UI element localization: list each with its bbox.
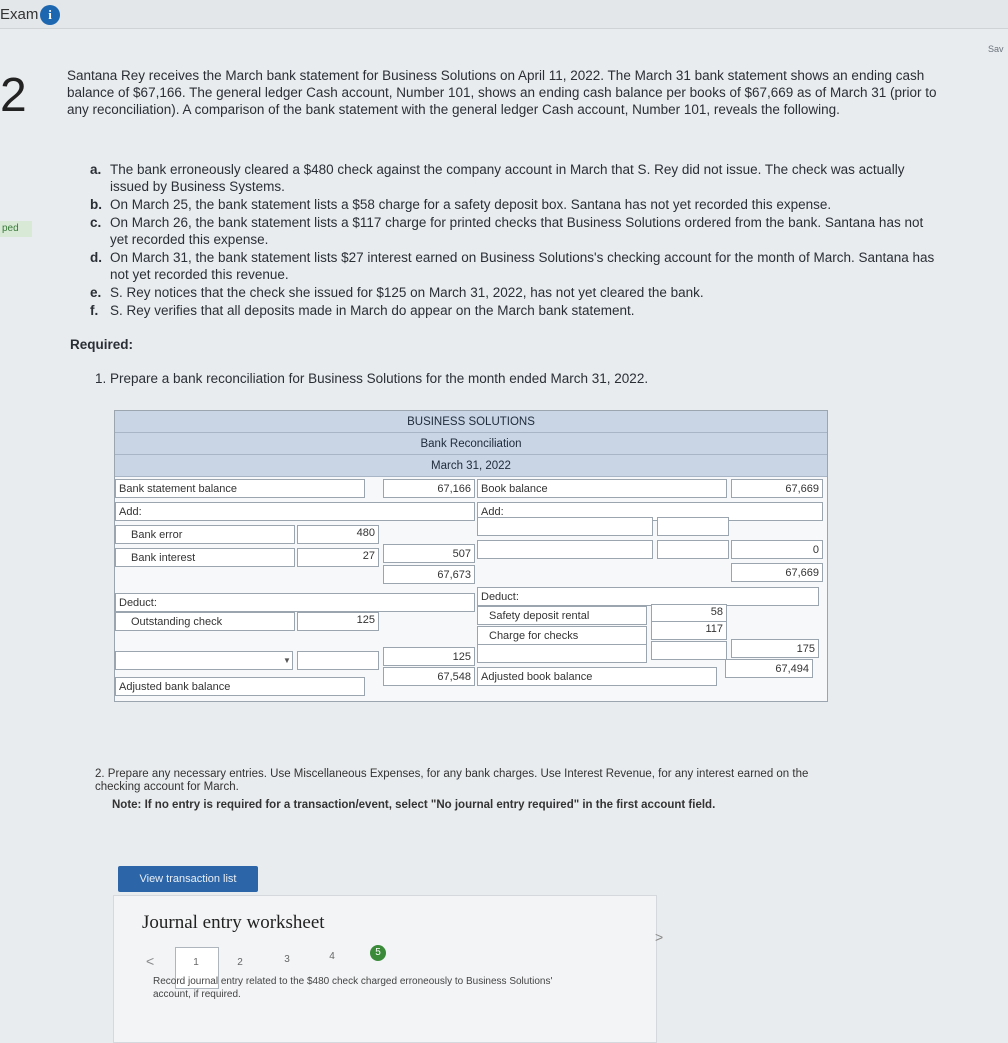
item-letter: f. xyxy=(90,303,99,318)
item-letter: c. xyxy=(90,215,102,230)
exam-title: Exam xyxy=(0,6,39,23)
safety-deposit-value: 58 xyxy=(710,606,723,618)
bank-add-label-field[interactable] xyxy=(115,502,475,521)
book-balance-label: Book balance xyxy=(481,483,548,495)
problem-paragraph: Santana Rey receives the March bank stat… xyxy=(67,68,937,117)
book-add-row1-input[interactable] xyxy=(657,517,729,536)
item-letter: b. xyxy=(90,197,102,212)
info-icon[interactable]: i xyxy=(40,5,60,25)
company-name: BUSINESS SOLUTIONS xyxy=(407,416,535,428)
bank-balance-value: 67,166 xyxy=(437,483,471,495)
bank-error-value: 480 xyxy=(356,527,375,539)
bank-subtotal: 67,673 xyxy=(437,569,471,581)
book-deduct-label-field[interactable] xyxy=(477,587,819,606)
bank-empty-input[interactable] xyxy=(297,651,379,670)
book-empty-label[interactable] xyxy=(477,644,647,663)
step-4-tab[interactable]: 4 xyxy=(326,951,338,962)
item-letter: a. xyxy=(90,162,102,177)
item-letter: d. xyxy=(90,250,102,265)
book-balance-value: 67,669 xyxy=(785,483,819,495)
book-add-row2-input[interactable] xyxy=(657,540,729,559)
step-2-tab[interactable]: 2 xyxy=(234,957,246,968)
book-add-total: 0 xyxy=(812,544,819,556)
adjusted-book-value: 67,494 xyxy=(775,663,809,675)
recon-title: Bank Reconciliation xyxy=(420,438,522,450)
book-subtotal: 67,669 xyxy=(785,567,819,579)
next-icon[interactable]: > xyxy=(655,929,663,945)
item-text: The bank erroneously cleared a $480 chec… xyxy=(110,162,905,194)
book-add-row1-label[interactable] xyxy=(477,517,653,536)
bank-reconciliation-table: BUSINESS SOLUTIONS Bank Reconciliation M… xyxy=(114,410,828,702)
charge-checks-label: Charge for checks xyxy=(489,630,579,642)
question-number: 2 xyxy=(0,69,27,122)
item-text: On March 26, the bank statement lists a … xyxy=(110,215,924,247)
bank-error-label: Bank error xyxy=(131,529,183,541)
book-deduct-total: 175 xyxy=(796,643,815,655)
step-1-label: 1 xyxy=(193,957,199,968)
list-item: b. On March 25, the bank statement lists … xyxy=(90,196,940,213)
required-heading: Required: xyxy=(70,337,134,352)
list-item: a. The bank erroneously cleared a $480 ch… xyxy=(90,161,940,195)
save-link[interactable]: Sav xyxy=(988,44,1004,54)
bank-add-label: Add: xyxy=(119,506,142,518)
list-item: c. On March 26, the bank statement lists … xyxy=(90,214,940,248)
book-empty-input[interactable] xyxy=(651,641,727,660)
chevron-down-icon: ▼ xyxy=(283,656,291,665)
bank-deduct-label-field[interactable] xyxy=(115,593,475,612)
adjusted-book-label: Adjusted book balance xyxy=(481,671,593,683)
required-part-2: 2. Prepare any necessary entries. Use Mi… xyxy=(95,768,809,793)
item-text: On March 25, the bank statement lists a … xyxy=(110,197,832,212)
problem-items: a. The bank erroneously cleared a $480 ch… xyxy=(90,161,940,320)
item-letter: e. xyxy=(90,285,102,300)
top-bar xyxy=(0,0,1008,29)
book-deduct-label: Deduct: xyxy=(481,591,519,603)
prev-icon[interactable]: < xyxy=(146,953,154,969)
view-transaction-list-button[interactable]: View transaction list xyxy=(118,866,258,892)
bank-empty-select[interactable] xyxy=(115,651,293,670)
item-text: S. Rey verifies that all deposits made i… xyxy=(110,303,635,318)
item-text: On March 31, the bank statement lists $2… xyxy=(110,250,935,282)
required-part-1: 1. Prepare a bank reconciliation for Bus… xyxy=(95,371,649,386)
step-3-tab[interactable]: 3 xyxy=(281,954,293,965)
adjusted-bank-value: 67,548 xyxy=(437,671,471,683)
bank-interest-value: 27 xyxy=(362,550,375,562)
bank-deduct-label: Deduct: xyxy=(119,597,157,609)
bank-balance-label: Bank statement balance xyxy=(119,483,238,495)
book-add-row2-label[interactable] xyxy=(477,540,653,559)
journal-entry-description: Record journal entry related to the $480… xyxy=(153,976,553,1000)
recon-date: March 31, 2022 xyxy=(431,460,511,472)
bank-interest-label: Bank interest xyxy=(131,552,196,564)
list-item: e. S. Rey notices that the check she issu… xyxy=(90,284,940,301)
charge-checks-value: 117 xyxy=(705,623,723,635)
worksheet-title: Journal entry worksheet xyxy=(142,912,325,933)
outstanding-check-value: 125 xyxy=(356,614,375,626)
bank-deduct-total: 125 xyxy=(452,651,471,663)
list-item: f. S. Rey verifies that all deposits made… xyxy=(90,302,940,319)
step-5-tab[interactable]: 5 xyxy=(370,945,386,961)
bank-add-total: 507 xyxy=(452,548,471,560)
safety-deposit-label: Safety deposit rental xyxy=(489,610,590,622)
list-item: d. On March 31, the bank statement lists … xyxy=(90,249,940,283)
outstanding-check-label: Outstanding check xyxy=(131,616,223,628)
side-status-tag: ped xyxy=(0,221,32,237)
adjusted-bank-label: Adjusted bank balance xyxy=(119,681,231,693)
journal-note: Note: If no entry is required for a tran… xyxy=(112,799,716,811)
item-text: S. Rey notices that the check she issued… xyxy=(110,285,704,300)
